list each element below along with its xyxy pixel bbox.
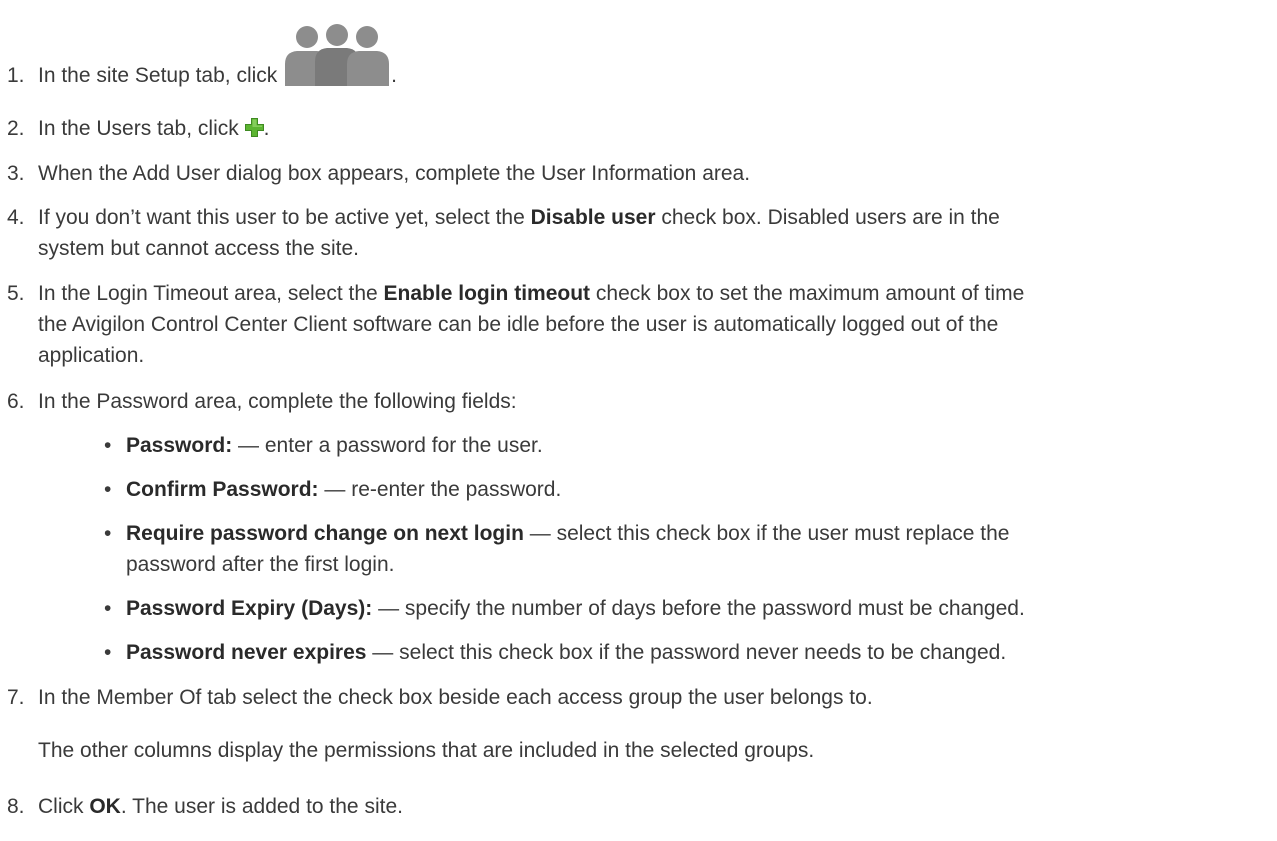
green-plus-icon[interactable] [244, 118, 264, 137]
step-text: In the site Setup tab, click . [38, 24, 1270, 91]
step-text-pre: In the Login Timeout area, select the [38, 282, 384, 305]
bullet-bold: Confirm Password: [126, 478, 319, 501]
bullet-text: Require password change on next login — … [126, 518, 1270, 580]
step-number: 1. [7, 64, 25, 87]
step-number: 6. [7, 390, 25, 413]
step-text: In the Member Of tab select the check bo… [38, 686, 873, 709]
step-text-bold: Enable login timeout [383, 282, 591, 305]
step-7-note: The other columns display the permission… [38, 739, 815, 762]
step-number: 4. [7, 206, 25, 229]
step-text: In the Password area, complete the follo… [38, 390, 517, 413]
bullet-text: Password never expires — select this che… [126, 637, 1270, 668]
step-text: In the Login Timeout area, select the En… [38, 278, 1270, 371]
bullet-dot: • [104, 597, 112, 620]
bullet-dot: • [104, 434, 112, 457]
step-number: 3. [7, 162, 25, 185]
bullet-desc: — specify the number of days before the … [372, 597, 1025, 620]
bullet-text: Confirm Password: — re-enter the passwor… [126, 474, 1270, 505]
bullet-text: Password: — enter a password for the use… [126, 430, 1270, 461]
bullet-bold: Require password change on next login [126, 522, 524, 545]
step-text: Click OK. The user is added to the site. [38, 791, 1270, 822]
step-text: When the Add User dialog box appears, co… [38, 162, 751, 185]
step-number: 8. [7, 795, 25, 818]
step-text-post: . [263, 117, 270, 140]
step-text: In the Users tab, click . [38, 113, 1270, 144]
step-text-line3: application. [38, 344, 145, 367]
step-text-post: check box to set the maximum amount of t… [590, 282, 1025, 305]
step-text-bold: Disable user [530, 206, 656, 229]
step-text-pre: Click [38, 795, 90, 818]
bullet-bold: Password never expires [126, 641, 367, 664]
bullet-desc: — select this check box if the password … [366, 641, 1007, 664]
step-text-line2: the Avigilon Control Center Client softw… [38, 313, 999, 336]
step-text-pre: In the Users tab, click [38, 117, 245, 140]
bullet-dot: • [104, 522, 112, 545]
step-text-post: . The user is added to the site. [120, 795, 403, 818]
step-number: 2. [7, 117, 25, 140]
step-text-bold: OK [89, 795, 121, 818]
bullet-bold: Password Expiry (Days): [126, 597, 373, 620]
bullet-dot: • [104, 478, 112, 501]
bullet-desc: — enter a password for the user. [232, 434, 543, 457]
step-text: If you don’t want this user to be active… [38, 202, 1270, 264]
users-group-icon[interactable] [283, 24, 391, 86]
bullet-desc-line2: password after the first login. [126, 553, 395, 576]
bullet-bold: Password: [126, 434, 233, 457]
step-text-pre: In the site Setup tab, click [38, 64, 284, 87]
step-text-post: . [391, 64, 397, 87]
step-number: 5. [7, 282, 25, 305]
step-text-post: check box. Disabled users are in the [655, 206, 1000, 229]
bullet-dot: • [104, 641, 112, 664]
step-number: 7. [7, 686, 25, 709]
bullet-desc: — re-enter the password. [318, 478, 562, 501]
bullet-text: Password Expiry (Days): — specify the nu… [126, 593, 1270, 624]
step-text-line2: system but cannot access the site. [38, 237, 359, 260]
bullet-desc: — select this check box if the user must… [523, 522, 1010, 545]
step-text-pre: If you don’t want this user to be active… [38, 206, 531, 229]
